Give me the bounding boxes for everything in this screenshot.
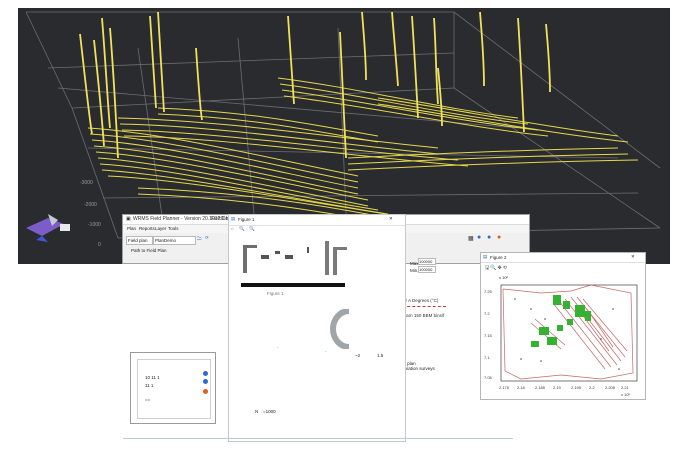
refresh-icon[interactable]: ⟳ — [205, 235, 209, 241]
mini-panel-line-1: 10 11 1 — [145, 375, 160, 380]
orientation-gizmo-icon[interactable] — [26, 214, 70, 242]
figure2-xtick-3: 2.185 — [535, 385, 546, 390]
figure2-titlebar[interactable]: ▤ Figure 2 ✕ — [481, 253, 645, 263]
figure1-tick-a: · — [277, 345, 279, 350]
figure1-caption: Figure 1 — [267, 291, 284, 296]
figure2-xtick-1: 2.175 — [499, 385, 510, 390]
menu-plan[interactable]: Plan — [127, 225, 136, 233]
figure2-rotate-icon[interactable]: ⟲ — [503, 265, 508, 271]
figure2-window[interactable]: ▤ Figure 2 ✕ 🖫🔍✥⟲ x 10⁶ 7.25 7.2 7.15 7.… — [480, 252, 646, 400]
figure1-title: Figure 1 — [238, 217, 255, 222]
max-field[interactable]: 100000 — [418, 258, 436, 265]
figure1-tick-b: · — [325, 349, 327, 354]
mini-panel[interactable]: 10 11 1 11 1 == — [130, 352, 216, 424]
figure2-ytick-3: 7.15 — [484, 333, 493, 338]
figure2-xtick-4: 2.19 — [553, 385, 562, 390]
figure1-window[interactable]: ▤ Figure 1 ✕ ⌂ 🔍 🔍 Figure 1 · · ~2 1.5 N… — [228, 214, 406, 442]
open-folder-icon[interactable]: 🗀 — [197, 235, 202, 243]
menu-tools[interactable]: Tools — [168, 225, 179, 233]
figure2-title: Figure 2 — [490, 255, 507, 260]
mini-stop-icon[interactable] — [203, 389, 208, 394]
mini-help-icon[interactable] — [203, 379, 208, 384]
min-field[interactable]: 100000 — [418, 266, 436, 273]
figure2-ytick-1: 7.25 — [484, 289, 493, 294]
figure2-zoom-icon[interactable]: 🔍 — [490, 265, 497, 271]
figure2-icon: ▤ — [483, 254, 488, 259]
figure2-ytick-4: 7.1 — [484, 355, 490, 360]
zoom-out-icon[interactable]: 🔍 — [249, 226, 255, 232]
distance-label: 22 A Degrees (°C) — [402, 298, 439, 303]
mini-panel-inner — [137, 359, 211, 419]
figure1-n-value: =1000 — [263, 409, 276, 414]
paths-label: Path to Field Plan — [131, 248, 167, 253]
mini-info-icon[interactable] — [203, 371, 208, 376]
grid-icon[interactable]: ▦ — [468, 235, 474, 242]
home-icon[interactable]: ⌂ — [231, 226, 234, 231]
distance-underline — [402, 304, 446, 307]
mini-panel-line-3: == — [145, 397, 151, 402]
figure2-xtick-8: 2.21 — [621, 385, 630, 390]
info-icon[interactable]: ● — [487, 234, 491, 241]
field-plan-select[interactable]: PlanDemo — [153, 236, 196, 245]
figure2-toolbar: 🖫🔍✥⟲ — [485, 265, 565, 273]
figure2-xtick-7: 2.205 — [605, 385, 616, 390]
figure1-n-label: N — [255, 409, 259, 414]
figure1-arc — [330, 309, 350, 349]
figure1-toolbar: ⌂ 🔍 🔍 — [231, 226, 403, 234]
axis-label-4: 0 — [98, 242, 101, 248]
axis-label-3: -1000 — [88, 222, 101, 228]
figure2-close-icon[interactable]: ✕ — [631, 254, 635, 260]
bottom-divider — [123, 438, 513, 439]
figure2-xtick-5: 2.195 — [571, 385, 582, 390]
help-icon[interactable]: ● — [477, 234, 481, 241]
app-icon: ▣ — [126, 216, 131, 222]
figure1-titlebar[interactable]: ▤ Figure 1 ✕ — [229, 215, 405, 226]
horizontal-trajectories — [87, 77, 639, 227]
zoom-icon[interactable]: 🔍 — [239, 226, 245, 232]
stop-icon[interactable]: ● — [497, 234, 501, 241]
warning-text: Warn 150 BBM bins/f — [402, 313, 445, 318]
figure2-ytick-2: 7.2 — [484, 311, 490, 316]
figure2-xtick-2: 2.18 — [517, 385, 526, 390]
axis-label-1: -3000 — [80, 180, 93, 186]
mini-panel-line-2: 11 1 — [145, 383, 154, 388]
figure2-plot: 7.25 7.2 7.15 7.1 7.05 2.175 2.18 2.185 … — [484, 284, 638, 397]
figure2-ytick-5: 7.05 — [484, 375, 493, 380]
axis-label-2: -2000 — [84, 202, 97, 208]
close-icon[interactable]: ✕ — [389, 216, 393, 222]
figure1-scale-2: 1.5 — [377, 353, 384, 358]
menu-layer[interactable]: Layer — [155, 225, 166, 233]
figure1-glyphs — [241, 241, 347, 287]
figure-icon: ▤ — [231, 216, 236, 221]
field-plan-label: Field plan — [126, 236, 153, 245]
figure2-x-exponent: x 10⁵ — [621, 392, 631, 397]
menu-reports[interactable]: Reports — [139, 225, 155, 233]
figure2-xtick-6: 2.2 — [589, 385, 595, 390]
figure1-scale-1: ~2 — [355, 353, 361, 358]
